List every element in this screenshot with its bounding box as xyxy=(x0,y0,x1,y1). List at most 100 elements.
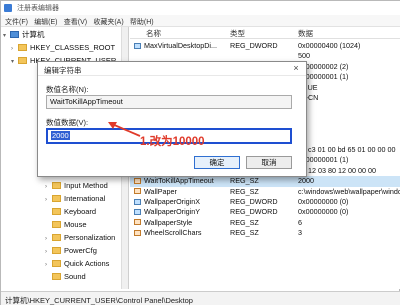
value-data-cell: 0x00000400 (1024) xyxy=(298,41,361,50)
value-name-text: WheelScrollChars xyxy=(144,228,202,238)
column-header-type[interactable]: 类型 xyxy=(230,28,245,39)
list-row[interactable]: WallpaperOriginX REG_DWORD 0x00000000 (0) xyxy=(130,197,400,207)
tree-item-personalization[interactable]: › Personalization xyxy=(45,232,115,244)
tree-item-label: 计算机 xyxy=(22,30,45,39)
value-data-cell: 500 xyxy=(298,51,310,61)
value-type-cell: REG_SZ xyxy=(230,186,259,196)
list-row[interactable]: WallpaperOriginY REG_DWORD 0x00000000 (0) xyxy=(130,207,400,217)
menu-view[interactable]: 查看(V) xyxy=(64,17,87,27)
tree-item-hkey-classes-root[interactable]: › HKEY_CLASSES_ROOT xyxy=(11,42,115,54)
list-row[interactable]: WallpaperStyle REG_SZ 6 xyxy=(130,218,400,228)
value-type-cell: REG_DWORD xyxy=(230,197,278,206)
folder-icon xyxy=(52,233,61,241)
tree-item-input-method[interactable]: › Input Method xyxy=(45,180,108,192)
tree-item-powercfg[interactable]: › PowerCfg xyxy=(45,245,97,257)
value-name-cell: WallpaperStyle xyxy=(134,218,230,228)
value-data-cell: 0x00000000 (0) xyxy=(298,207,349,217)
column-header-name[interactable]: 名称 xyxy=(146,28,161,39)
list-row[interactable]: WallPaper REG_SZ c:\windows\web\wallpaper\… xyxy=(130,187,400,197)
close-icon[interactable]: × xyxy=(290,63,302,73)
value-name-field: WaitToKillAppTimeout xyxy=(46,95,292,109)
tree-item-label: HKEY_CLASSES_ROOT xyxy=(30,43,116,52)
string-value-icon xyxy=(134,177,141,184)
expander-icon[interactable]: › xyxy=(45,181,52,193)
dialog-title-bar: 编辑字符串 × xyxy=(38,62,306,76)
value-data-text: 2000 xyxy=(51,131,70,140)
value-name-cell: MaxVirtualDesktopDi... xyxy=(134,41,230,51)
binary-value-icon xyxy=(134,42,141,49)
value-type-cell: REG_SZ xyxy=(230,228,259,238)
value-name-cell: WheelScrollChars xyxy=(134,228,230,238)
expander-icon[interactable]: › xyxy=(45,259,52,271)
list-row[interactable]: MaxVirtualDesktopDi... REG_DWORD 0x0000040… xyxy=(130,41,400,51)
value-data-cell: 1 xyxy=(298,103,400,113)
value-data-cell: 2000 xyxy=(298,176,314,186)
expander-icon[interactable]: ▾ xyxy=(3,30,10,42)
value-name-text: WallpaperOriginX xyxy=(144,197,201,206)
value-name-text: WallpaperStyle xyxy=(144,217,193,227)
menu-file[interactable]: 文件(F) xyxy=(5,17,28,27)
value-name-text: MaxVirtualDesktopDi... xyxy=(144,41,217,50)
tree-item-label: Keyboard xyxy=(64,207,97,216)
status-path: 计算机\HKEY_CURRENT_USER\Control Panel\Desk… xyxy=(5,296,193,305)
value-name-cell: WallpaperOriginX xyxy=(134,197,230,207)
value-data-cell: 0x00000001 (1) xyxy=(298,72,349,82)
value-data-label: 数值数据(V): xyxy=(46,118,89,127)
list-header: 名称 类型 数据 xyxy=(130,27,400,39)
value-data-cell: 98 12 03 80 12 00 00 00 xyxy=(298,165,376,175)
tree-item-label: Personalization xyxy=(64,233,116,242)
folder-icon xyxy=(52,194,61,202)
expander-icon[interactable]: ▾ xyxy=(11,56,18,68)
annotation-arrow-icon xyxy=(108,122,141,137)
folder-icon xyxy=(18,43,27,51)
value-name-text: WallpaperOriginY xyxy=(144,207,201,217)
value-data-cell: c:\windows\web\wallpaper\windows xyxy=(298,186,400,196)
menu-help[interactable]: 帮助(H) xyxy=(130,17,154,27)
expander-icon[interactable]: › xyxy=(45,194,52,206)
tree-item-label: Sound xyxy=(64,272,86,281)
title-bar: 注册表编辑器 xyxy=(1,1,400,15)
tree-item-quick-actions[interactable]: › Quick Actions xyxy=(45,258,109,270)
value-type-cell: REG_SZ xyxy=(230,176,259,186)
tree-item-label: International xyxy=(64,194,106,203)
list-row[interactable]: WheelScrollChars REG_SZ 3 xyxy=(130,228,400,238)
annotation-text: 1.改为10000 xyxy=(140,136,205,148)
folder-icon xyxy=(52,272,61,280)
value-data-cell: 0x00000001 (1) xyxy=(298,155,349,165)
string-value-icon xyxy=(134,229,141,236)
menu-bar: 文件(F) 编辑(E) 查看(V) 收藏夹(A) 帮助(H) xyxy=(1,15,400,27)
column-header-data[interactable]: 数据 xyxy=(298,28,313,39)
menu-edit[interactable]: 编辑(E) xyxy=(34,17,57,27)
expander-icon[interactable]: › xyxy=(45,246,52,258)
value-name-text: WallPaper xyxy=(144,186,177,196)
folder-icon xyxy=(18,56,27,64)
value-type-cell: REG_DWORD xyxy=(230,41,278,50)
window-title: 注册表编辑器 xyxy=(17,5,59,12)
string-value-icon xyxy=(134,219,141,226)
menu-favorites[interactable]: 收藏夹(A) xyxy=(93,17,123,27)
value-data-cell: 6 xyxy=(298,217,302,227)
value-name-cell: WallPaper xyxy=(134,187,230,197)
tree-item-keyboard[interactable]: Keyboard xyxy=(45,206,96,218)
binary-value-icon xyxy=(134,208,141,215)
value-data-cell: TRUE xyxy=(298,82,318,92)
value-name-cell: WallpaperOriginY xyxy=(134,207,230,217)
value-type-cell: REG_SZ xyxy=(230,217,259,227)
expander-icon[interactable]: › xyxy=(11,43,18,55)
value-data-cell: 7a c3 01 00 bd 65 01 00 00 00 xyxy=(298,145,396,154)
value-data-cell: 0x00000002 (2) xyxy=(298,61,349,71)
cancel-button[interactable]: 取消 xyxy=(246,156,292,169)
computer-icon xyxy=(10,30,19,38)
value-data-cell: 0x00000000 (0) xyxy=(298,197,349,206)
folder-icon xyxy=(52,259,61,267)
tree-item-computer[interactable]: ▾ 计算机 xyxy=(3,29,45,41)
binary-value-icon xyxy=(134,198,141,205)
ok-button[interactable]: 确定 xyxy=(194,156,240,169)
list-row[interactable]: WaitToKillAppTimeout REG_SZ 2000 xyxy=(130,176,400,187)
tree-item-label: Mouse xyxy=(64,220,87,229)
tree-item-label: PowerCfg xyxy=(64,246,97,255)
tree-item-sound[interactable]: Sound xyxy=(45,271,86,283)
tree-item-international[interactable]: › International xyxy=(45,193,105,205)
expander-icon[interactable]: › xyxy=(45,233,52,245)
tree-item-mouse[interactable]: Mouse xyxy=(45,219,87,231)
